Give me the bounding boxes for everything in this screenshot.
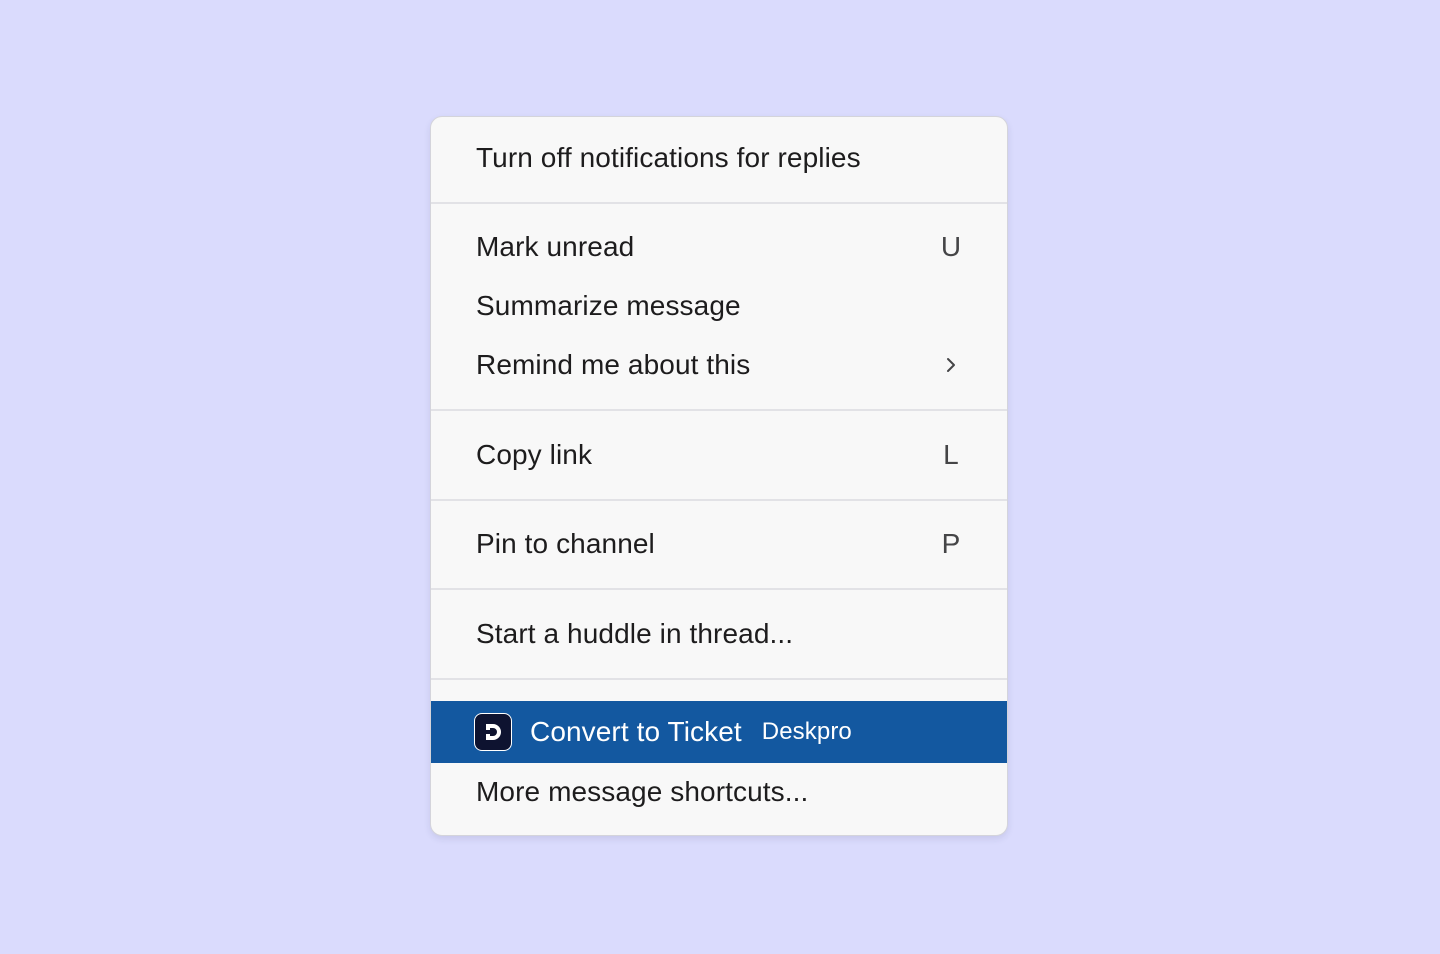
menu-item-mark-unread[interactable]: Mark unread U — [431, 219, 1007, 275]
menu-item-convert-to-ticket[interactable]: Convert to Ticket Deskpro — [431, 701, 1007, 763]
menu-item-label: Summarize message — [476, 290, 741, 321]
menu-item-copy-link[interactable]: Copy link L — [431, 427, 1007, 483]
menu-item-label: Turn off notifications for replies — [476, 142, 861, 173]
message-context-menu: Turn off notifications for replies Mark … — [430, 116, 1008, 836]
shortcut-key: P — [941, 528, 961, 559]
menu-item-label: Pin to channel — [476, 528, 655, 559]
menu-item-remind-me[interactable]: Remind me about this — [431, 337, 1007, 393]
shortcut-key: U — [940, 231, 962, 262]
menu-divider — [431, 202, 1007, 204]
chevron-right-icon — [939, 356, 963, 374]
menu-divider — [431, 499, 1007, 501]
menu-item-start-huddle[interactable]: Start a huddle in thread... — [431, 606, 1007, 662]
menu-item-label: More message shortcuts... — [476, 776, 809, 807]
menu-item-label: Convert to Ticket — [530, 716, 742, 747]
menu-item-label: Start a huddle in thread... — [476, 618, 794, 649]
menu-divider — [431, 409, 1007, 411]
menu-item-pin-to-channel[interactable]: Pin to channel P — [431, 516, 1007, 572]
menu-item-summarize-message[interactable]: Summarize message — [431, 278, 1007, 334]
shortcut-key: L — [943, 439, 959, 470]
menu-divider — [431, 678, 1007, 680]
menu-item-label: Mark unread — [476, 231, 635, 262]
app-name-label: Deskpro — [761, 718, 852, 745]
menu-item-turn-off-notifications[interactable]: Turn off notifications for replies — [431, 130, 1007, 186]
menu-item-label: Remind me about this — [476, 349, 751, 380]
menu-divider — [431, 588, 1007, 590]
deskpro-logo-icon — [474, 713, 512, 751]
menu-item-more-shortcuts[interactable]: More message shortcuts... — [431, 764, 1007, 820]
menu-item-label: Copy link — [476, 439, 593, 470]
